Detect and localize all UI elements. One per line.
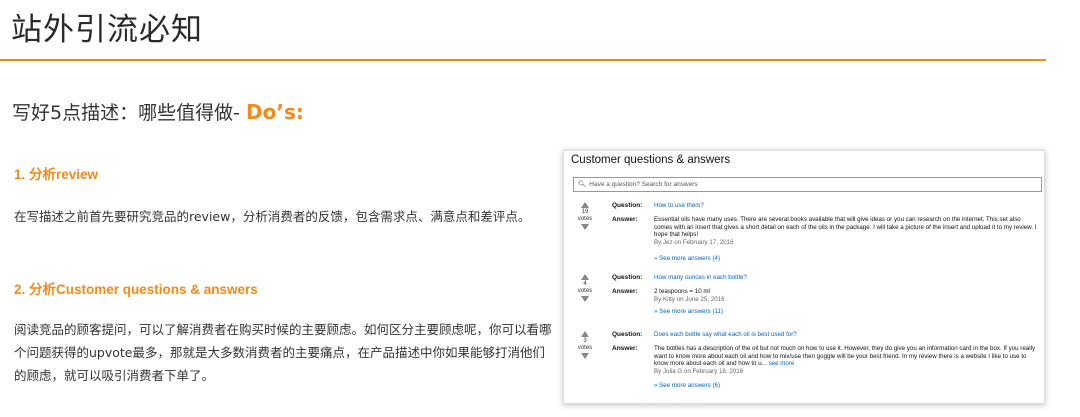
page-title: 站外引流必知 [11, 12, 203, 48]
answer-text: The bottles has a description of the oil… [654, 345, 1040, 375]
vote-count: 3 [583, 338, 587, 344]
see-more-answers-label: See more answers (11) [659, 308, 724, 315]
see-more-answers-link[interactable]: » See more answers (11) [654, 308, 723, 315]
section-1-body: 在写描述之前首先要研究竞品的review，分析消费者的反馈，包含需求点、满意点和… [14, 209, 531, 224]
qa-panel-title: Customer questions & answers [571, 154, 731, 166]
orange-divider [0, 59, 1046, 61]
see-more-answers-label: See more answers (4) [659, 255, 721, 262]
qa-search-input[interactable]: 🔍︎ Have a question? Search for answers [573, 177, 1042, 192]
answer-body: 2 teaspoons = 10 ml [654, 288, 710, 295]
answer-body: The bottles has a description of the oil… [654, 345, 1040, 368]
qa-search-placeholder: Have a question? Search for answers [589, 181, 698, 188]
subtitle: 写好5点描述：哪些值得做- Do’s: [12, 98, 304, 125]
section-2-body: 阅读竞品的顾客提问，可以了解消费者在购买时候的主要顾虑。如何区分主要顾虑呢，你可… [14, 322, 552, 383]
answer-author: By Kitty on June 25, 2016 [654, 295, 725, 303]
answer-text: 2 teaspoons = 10 ml By Kitty on June 25,… [654, 288, 1040, 303]
subtitle-prefix: 写好5点描述：哪些值得做- [12, 102, 240, 124]
answer-body: Essential oils have many uses. There are… [654, 216, 1037, 239]
vote-widget: 19 votes [573, 202, 597, 230]
vote-count: 19 [581, 209, 589, 215]
search-icon: 🔍︎ [578, 181, 587, 188]
section-1-heading: 1. 分析review [14, 167, 99, 182]
question-link[interactable]: How many ounces in each bottle? [654, 274, 1040, 282]
vote-widget: 3 votes [573, 331, 597, 359]
upvote-icon[interactable] [581, 331, 589, 337]
qa-screenshot-panel: Customer questions & answers 🔍︎ Have a qu… [563, 150, 1045, 404]
downvote-icon[interactable] [581, 224, 589, 230]
answer-label: Answer: [612, 345, 638, 352]
answer-body-text: The bottles has a description of the oil… [654, 345, 1036, 368]
votes-label: votes [577, 345, 593, 351]
votes-label: votes [577, 288, 593, 294]
answer-label: Answer: [612, 216, 638, 223]
see-more-answers-link[interactable]: » See more answers (4) [654, 255, 720, 262]
see-more-answers-label: See more answers (6) [659, 382, 721, 389]
upvote-icon[interactable] [581, 202, 589, 208]
question-label: Question: [612, 274, 643, 281]
downvote-icon[interactable] [581, 296, 589, 302]
see-more-link[interactable]: see more [769, 360, 795, 367]
see-more-answers-link[interactable]: » See more answers (6) [654, 382, 720, 389]
answer-author: By Julia G on February 18, 2016 [654, 367, 744, 375]
question-link[interactable]: Does each bottle say what each oil is be… [654, 331, 1040, 339]
upvote-icon[interactable] [581, 274, 589, 280]
answer-author: By Jez on February 17, 2016 [654, 238, 734, 246]
question-label: Question: [612, 331, 643, 338]
question-link[interactable]: How to use them? [654, 202, 1040, 210]
subtitle-highlight: Do’s: [246, 100, 304, 124]
answer-label: Answer: [612, 288, 638, 295]
section-2-heading: 2. 分析Customer questions & answers [14, 282, 258, 297]
answer-text: Essential oils have many uses. There are… [654, 216, 1040, 246]
downvote-icon[interactable] [581, 353, 589, 359]
question-label: Question: [612, 202, 643, 209]
vote-count: 4 [583, 281, 587, 287]
votes-label: votes [577, 216, 593, 222]
vote-widget: 4 votes [573, 274, 597, 302]
